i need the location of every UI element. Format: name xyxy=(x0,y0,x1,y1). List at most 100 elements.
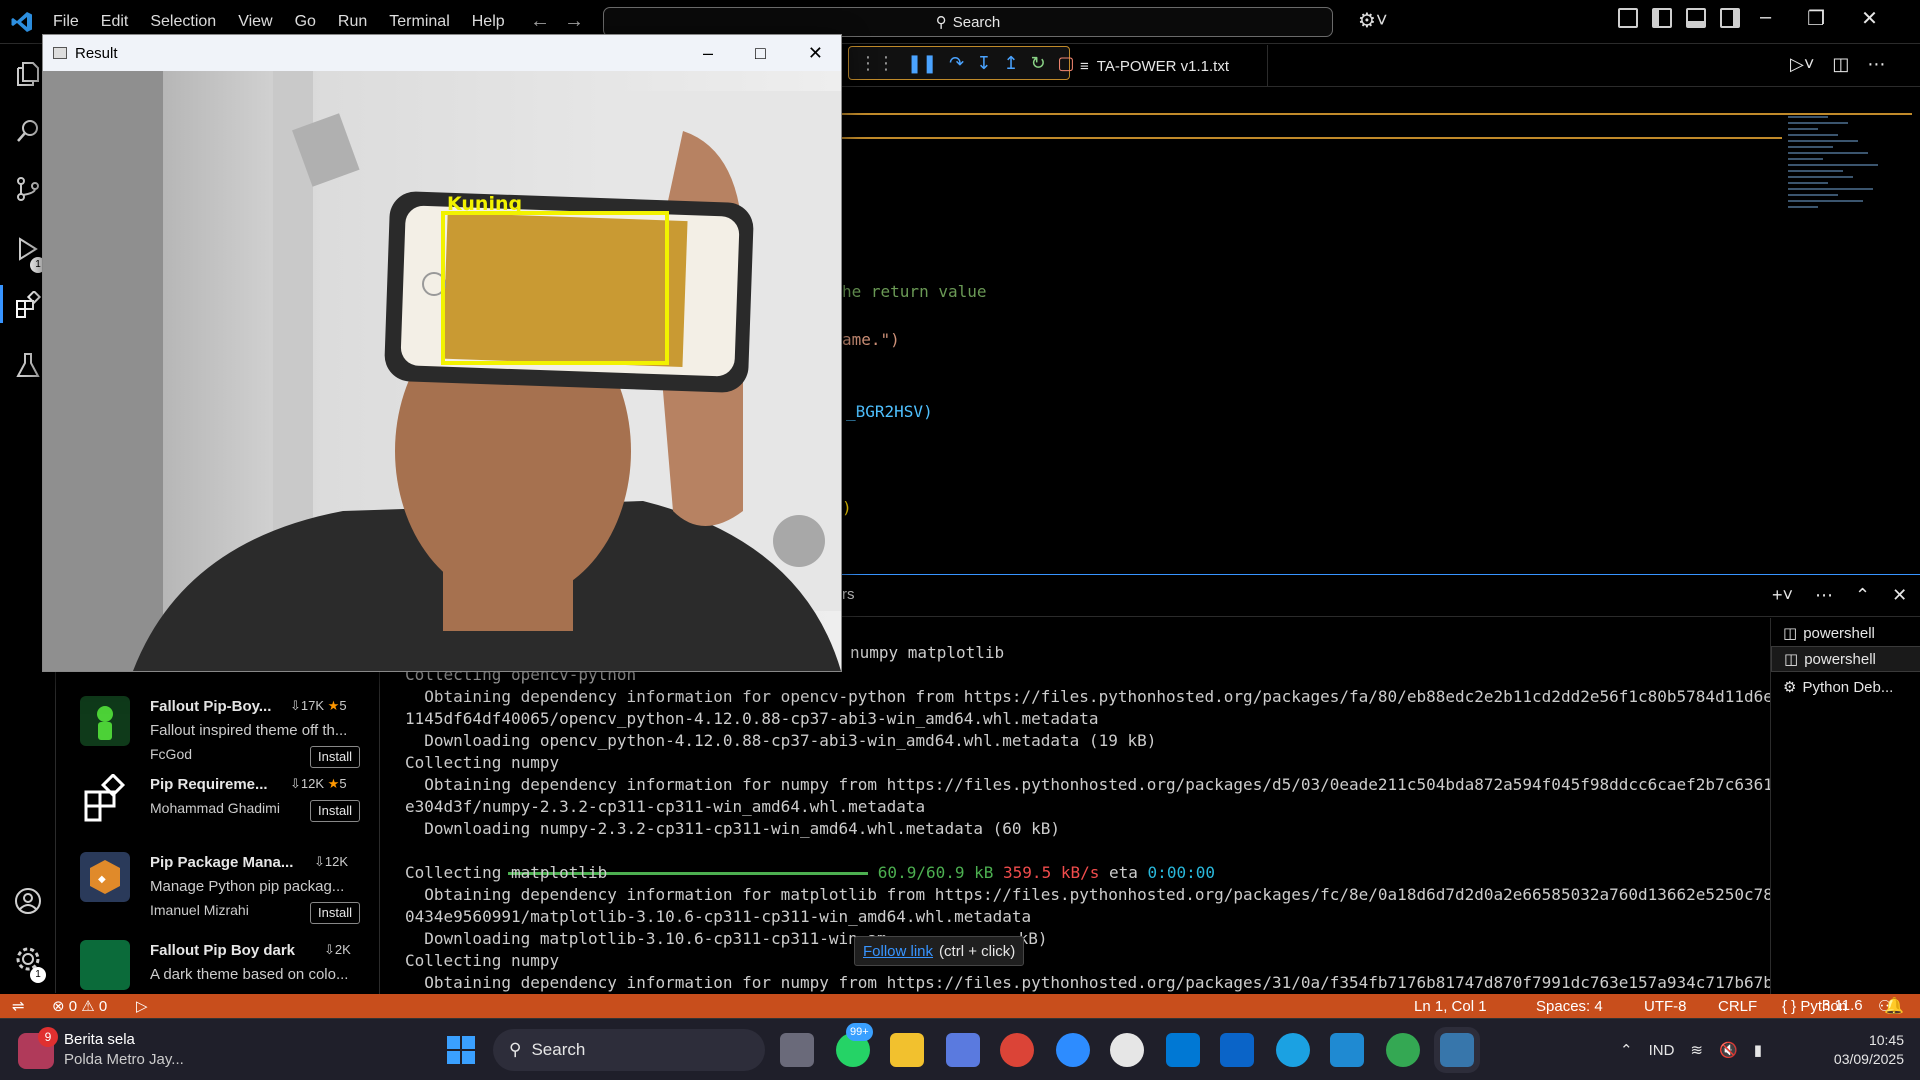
step-out-icon[interactable]: ↥ xyxy=(1003,53,1018,74)
tab-ta-power[interactable]: ≡ TA-POWER v1.1.txt xyxy=(1068,45,1268,87)
extension-description: Manage Python pip packag... xyxy=(150,878,345,895)
panel-actions: +˅ ⋯ ⌃ ✕ xyxy=(1772,585,1907,606)
debug-run-icon[interactable]: ▷ xyxy=(136,997,148,1015)
maximize-icon[interactable]: □ xyxy=(755,43,766,64)
error-count: 0 xyxy=(68,997,78,1015)
extensions-icon[interactable] xyxy=(14,291,42,319)
clock[interactable]: 10:45 03/09/2025 xyxy=(1820,1031,1904,1069)
close-panel-icon[interactable]: ✕ xyxy=(1892,585,1907,606)
new-terminal-icon[interactable]: +˅ xyxy=(1772,585,1793,606)
toggle-sidebar-icon[interactable] xyxy=(1652,8,1672,28)
forward-arrow-icon[interactable]: → xyxy=(564,10,598,32)
result-window[interactable]: Result – □ ✕ Kuning xyxy=(42,34,842,672)
terminal-session-powershell[interactable]: ◫ powershell xyxy=(1771,646,1920,672)
chrome-profile-icon[interactable] xyxy=(1386,1033,1420,1067)
result-window-controls: – □ ✕ xyxy=(703,43,823,64)
close-icon[interactable]: ✕ xyxy=(1861,6,1878,31)
restart-icon[interactable]: ↻ xyxy=(1030,53,1045,74)
debug-highlight-line xyxy=(842,137,1782,139)
split-editor-icon[interactable]: ◫ xyxy=(1832,54,1849,75)
taskbar-search[interactable]: ⚲ Search xyxy=(493,1029,765,1071)
toggle-secondary-sidebar-icon[interactable] xyxy=(1720,8,1740,28)
more-actions-icon[interactable]: ⋯ xyxy=(1867,54,1885,75)
explorer-icon[interactable] xyxy=(14,59,42,87)
encoding[interactable]: UTF-8 xyxy=(1644,998,1687,1015)
line-ending[interactable]: CRLF xyxy=(1718,998,1757,1015)
tray-overflow-icon[interactable]: ⌃ xyxy=(1620,1041,1633,1059)
install-button[interactable]: Install xyxy=(310,902,360,924)
battery-icon[interactable]: ▮ xyxy=(1754,1041,1762,1059)
vscode-taskbar-icon[interactable] xyxy=(1330,1033,1364,1067)
extension-item[interactable]: ◆ Pip Package Mana... ⇩12K Manage Python… xyxy=(56,846,379,926)
drag-handle-icon[interactable]: ⋮⋮ xyxy=(859,53,895,74)
debug-gear-icon: ⚙ xyxy=(1783,679,1797,696)
search-icon[interactable] xyxy=(14,117,42,145)
testing-icon[interactable] xyxy=(14,351,42,379)
windows-start-icon[interactable] xyxy=(444,1033,478,1067)
terminal[interactable]: numpy matplotlib Collecting opencv-pytho… xyxy=(380,618,1770,994)
terminal-icon: ◫ xyxy=(1784,651,1799,668)
accounts-icon[interactable] xyxy=(14,887,42,915)
problems-indicator[interactable]: ⊗ 0 ⚠ 0 xyxy=(52,997,107,1016)
back-arrow-icon[interactable]: ← xyxy=(530,10,564,32)
maximize-panel-icon[interactable]: ⌃ xyxy=(1855,585,1870,606)
input-language[interactable]: IND xyxy=(1649,1042,1675,1059)
edge-icon[interactable] xyxy=(1276,1033,1310,1067)
minimize-icon[interactable]: – xyxy=(1760,6,1771,31)
detection-label: Kuning xyxy=(447,193,523,215)
chrome-icon[interactable] xyxy=(1000,1033,1034,1067)
install-button[interactable]: Install xyxy=(310,800,360,822)
terminal-line: Collecting numpy xyxy=(405,951,560,970)
copilot-icon[interactable]: ⚙˅ xyxy=(1358,8,1388,33)
command-center-search[interactable]: ⚲ Search xyxy=(603,7,1333,37)
notifications-bell-icon[interactable]: 🔔 xyxy=(1884,996,1904,1016)
volume-muted-icon[interactable]: 🔇 xyxy=(1719,1041,1738,1059)
python-icon[interactable] xyxy=(1434,1027,1480,1073)
tooltip-hint: (ctrl + click) xyxy=(939,942,1016,960)
extension-item[interactable]: Fallout Pip-Boy... ⇩17K ★5 Fallout inspi… xyxy=(56,690,379,770)
ms-store-icon[interactable] xyxy=(1166,1033,1200,1067)
copilot-app-icon[interactable] xyxy=(946,1033,980,1067)
customize-layout-icon[interactable] xyxy=(1618,8,1638,28)
wifi-icon[interactable]: ≋ xyxy=(1690,1041,1703,1059)
outlook-icon[interactable] xyxy=(1220,1033,1254,1067)
restore-icon[interactable]: ❐ xyxy=(1807,6,1825,31)
extension-item[interactable]: Fallout Pip Boy dark ⇩2K A dark theme ba… xyxy=(56,934,379,994)
terminal-session-powershell[interactable]: ◫ powershell xyxy=(1771,620,1920,646)
terminal-session-python-debug[interactable]: ⚙ Python Deb... xyxy=(1771,674,1920,700)
close-icon[interactable]: ✕ xyxy=(808,43,823,64)
pause-icon[interactable]: ❚❚ xyxy=(907,53,937,74)
pipboy-icon xyxy=(80,696,130,746)
step-over-icon[interactable]: ↷ xyxy=(949,53,964,74)
star-icon: ★ xyxy=(327,776,340,791)
extension-description: A dark theme based on colo... xyxy=(150,966,349,983)
run-file-icon[interactable]: ▷˅ xyxy=(1790,54,1814,75)
minimap[interactable] xyxy=(1788,116,1898,276)
task-view-icon[interactable] xyxy=(780,1033,814,1067)
terminal-session-list: ◫ powershell ◫ powershell ⚙ Python Deb... xyxy=(1770,618,1920,994)
panel-tab-fragment[interactable]: rs xyxy=(842,586,855,603)
app-icon[interactable] xyxy=(1110,1033,1144,1067)
source-control-icon[interactable] xyxy=(14,175,42,203)
extension-item[interactable]: Pip Requireme... ⇩12K ★5 Mohammad Ghadim… xyxy=(56,768,379,848)
minimize-icon[interactable]: – xyxy=(703,43,713,64)
search-icon: ⚲ xyxy=(509,1040,522,1059)
star-icon: ★ xyxy=(327,698,340,713)
terminal-line: 0434e9560991/matplotlib-3.10.6-cp311-cp3… xyxy=(405,907,1032,926)
indentation[interactable]: Spaces: 4 xyxy=(1536,998,1603,1015)
remote-icon[interactable]: ⇌ xyxy=(12,997,25,1015)
toggle-panel-icon[interactable] xyxy=(1686,8,1706,28)
download-count: 17K xyxy=(300,698,325,713)
follow-link[interactable]: Follow link xyxy=(863,943,933,960)
install-button[interactable]: Install xyxy=(310,746,360,768)
step-into-icon[interactable]: ↧ xyxy=(976,53,991,74)
zoom-icon[interactable] xyxy=(1056,1033,1090,1067)
rating: 5 xyxy=(339,698,347,713)
terminal-line: Obtaining dependency information for ope… xyxy=(405,687,1770,706)
python-version-label[interactable]: 3.11.6 xyxy=(1822,997,1863,1014)
camera-frame-image xyxy=(43,71,841,671)
file-explorer-icon[interactable] xyxy=(890,1033,924,1067)
window-controls: – ❐ ✕ xyxy=(1760,6,1878,31)
more-actions-icon[interactable]: ⋯ xyxy=(1815,585,1833,606)
cursor-position[interactable]: Ln 1, Col 1 xyxy=(1414,998,1487,1015)
